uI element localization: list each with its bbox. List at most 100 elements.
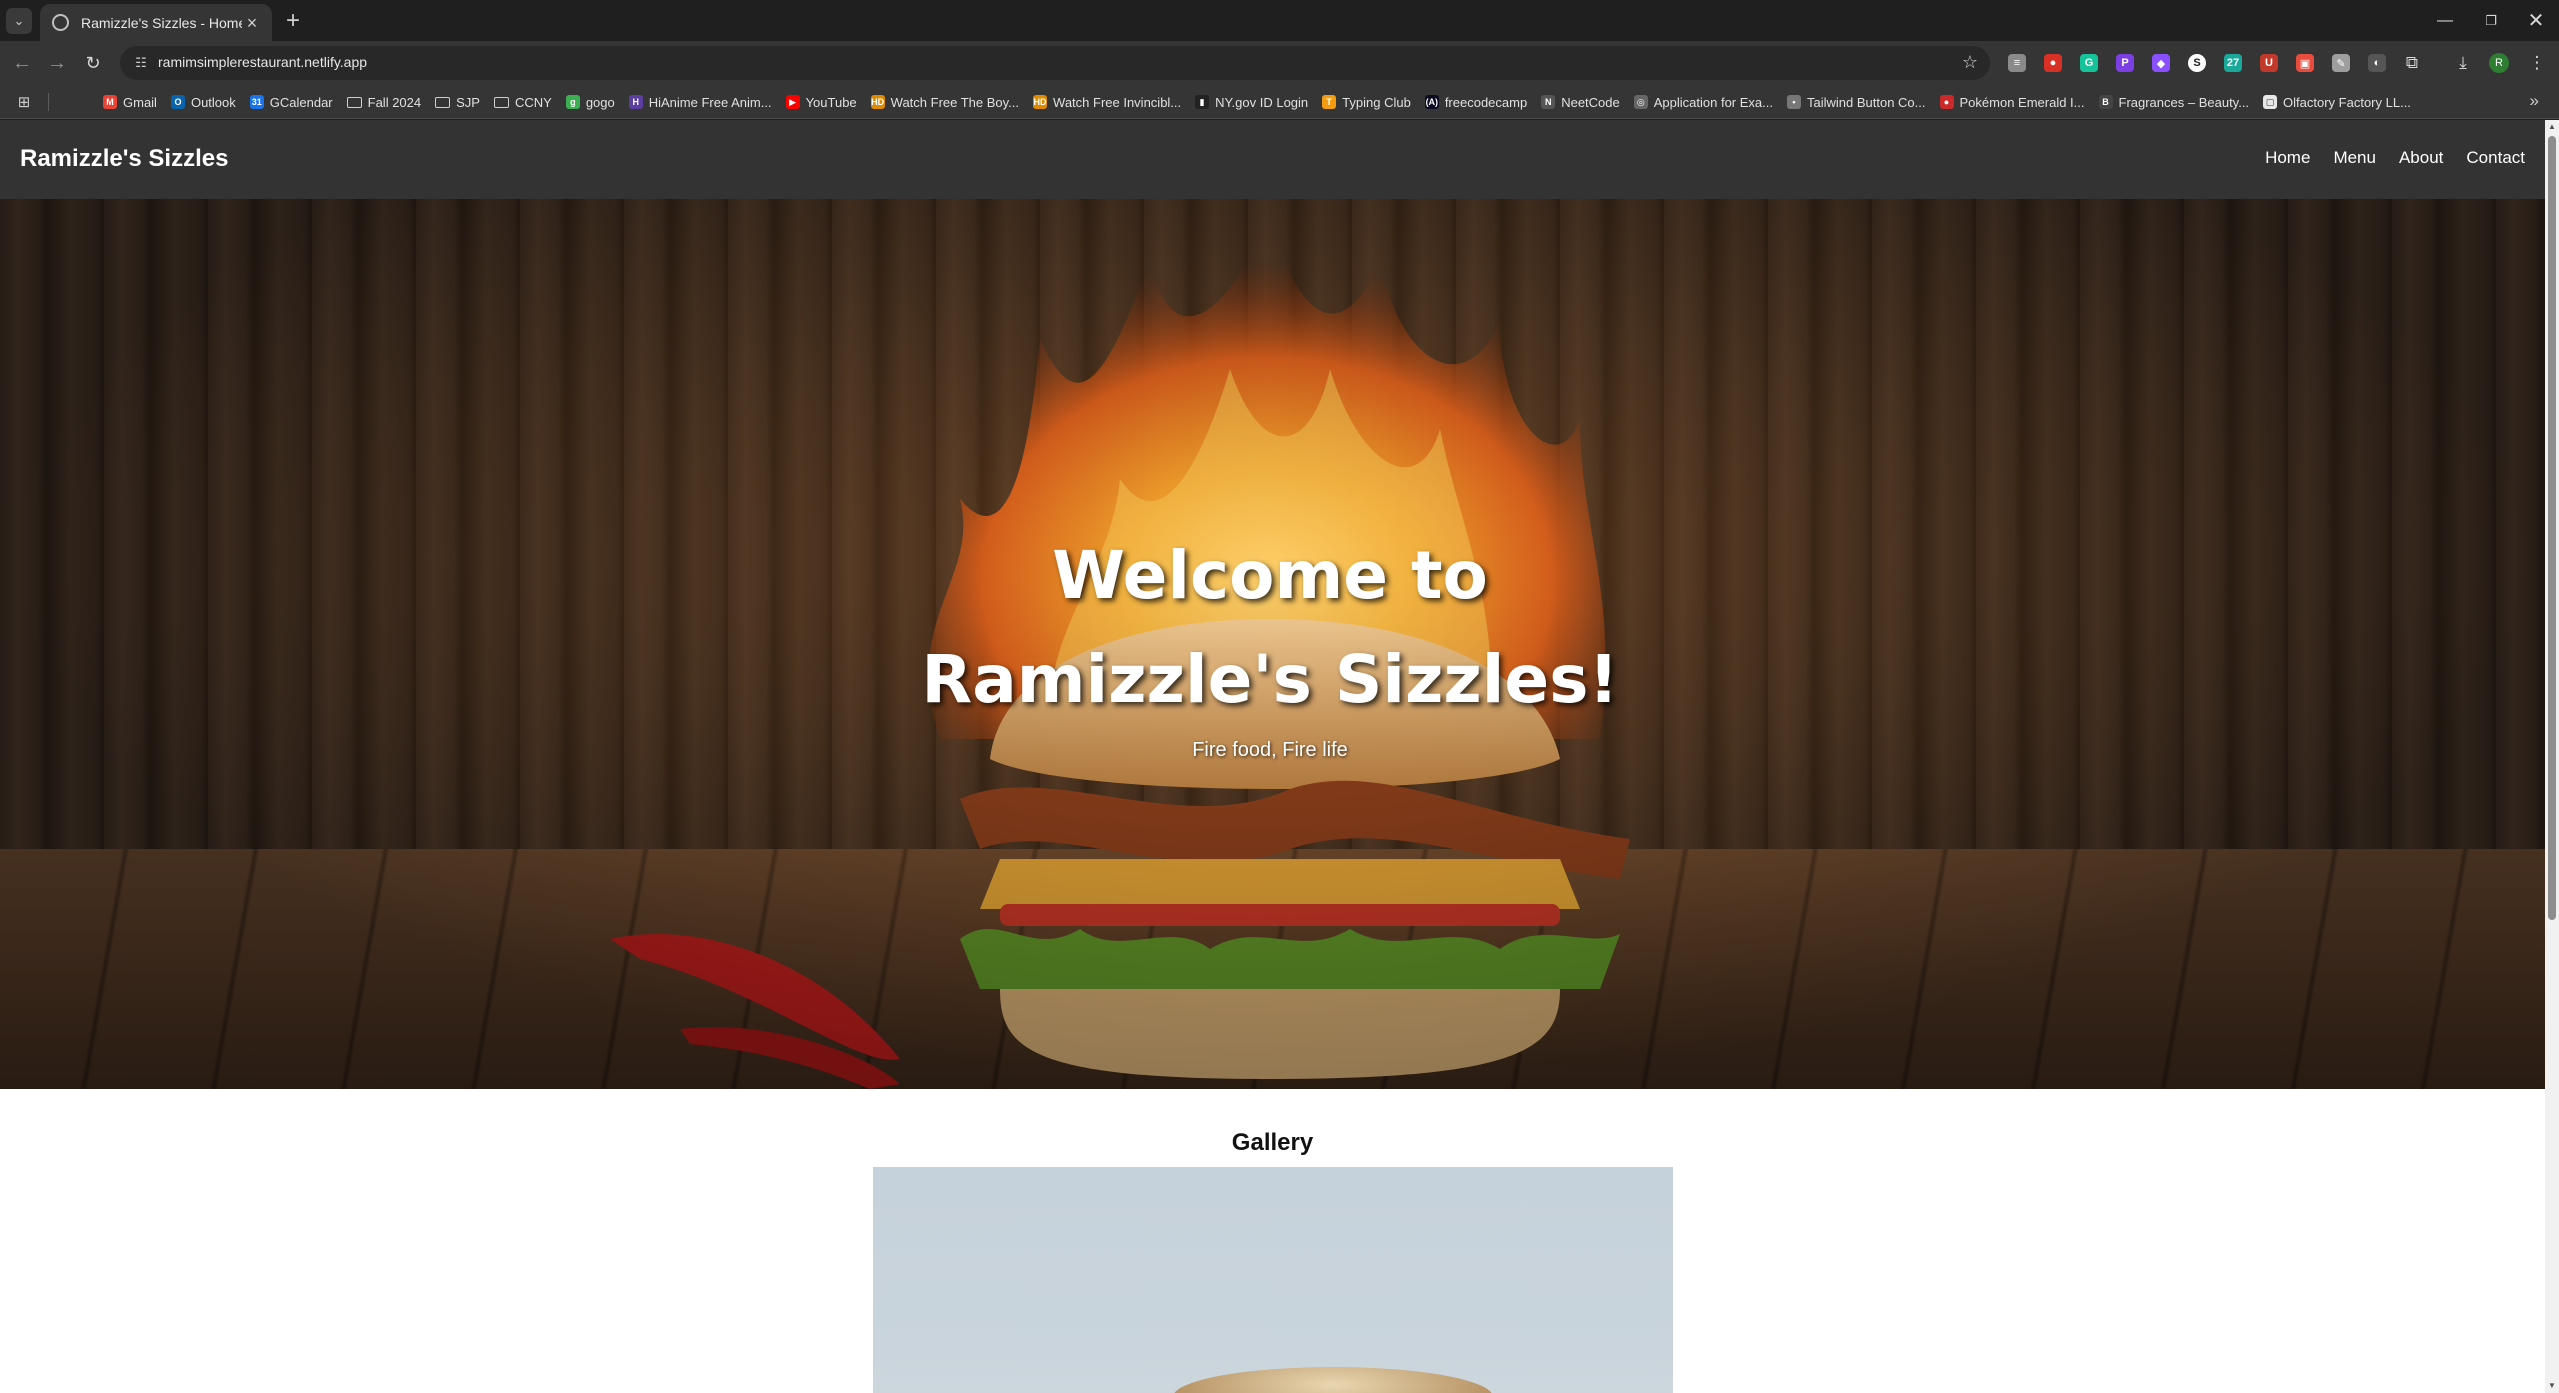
olfactory-icon: ▢: [2263, 95, 2278, 109]
bookmark-item[interactable]: ▶ YouTube: [779, 88, 864, 116]
bookmark-item[interactable]: O Outlook: [164, 88, 243, 116]
bookmark-label: Typing Club: [1342, 94, 1411, 110]
scrollbar-thumb[interactable]: [2548, 136, 2556, 920]
bookmark-label: gogo: [585, 94, 615, 110]
bookmark-item[interactable]: HD Watch Free The Boy...: [864, 88, 1026, 116]
note-extension-icon[interactable]: ✎: [2328, 50, 2354, 76]
site-info-icon[interactable]: ☷: [132, 54, 150, 72]
browser-toolbar: ← → ↻ ☷ ramimsimplerestaurant.netlify.ap…: [0, 41, 2559, 85]
bookmark-label: HiAnime Free Anim...: [648, 94, 772, 110]
menu-kebab-icon[interactable]: ⋮: [2524, 50, 2550, 76]
tailwind-icon: •: [1786, 95, 1801, 109]
tab-strip: ⌄ Ramizzle's Sizzles - Home × + — ❐ ✕: [0, 0, 2559, 41]
bookmark-item[interactable]: ▮ NY.gov ID Login: [1188, 88, 1315, 116]
restore-icon[interactable]: ❐: [2468, 0, 2514, 41]
gogo-icon: g: [565, 95, 580, 109]
bookmark-label: Olfactory Factory LL...: [2283, 94, 2411, 110]
nav-about[interactable]: About: [2399, 148, 2443, 168]
s-extension-icon[interactable]: S: [2184, 50, 2210, 76]
tab-search-icon[interactable]: ⌄: [6, 8, 32, 34]
teal-extension-icon[interactable]: 27: [2220, 50, 2246, 76]
site-logo[interactable]: Ramizzle's Sizzles: [20, 145, 228, 173]
grammarly-extension-icon[interactable]: G: [2076, 50, 2102, 76]
tab-close-icon[interactable]: ×: [242, 13, 262, 33]
download-icon[interactable]: ⤓: [2450, 50, 2476, 76]
bookmark-item[interactable]: HD Watch Free Invincibl...: [1026, 88, 1188, 116]
nav-home[interactable]: Home: [2265, 148, 2310, 168]
ub-extension-icon[interactable]: U: [2256, 50, 2282, 76]
scroll-down-arrow-icon[interactable]: ▼: [2547, 1381, 2557, 1391]
neetcode-icon: N: [1541, 95, 1556, 109]
back-icon[interactable]: ←: [9, 50, 35, 76]
folder-icon: [493, 96, 509, 108]
reload-icon[interactable]: ↻: [80, 50, 106, 76]
extensions-puzzle-icon[interactable]: ⧉: [2399, 50, 2425, 76]
url-text[interactable]: ramimsimplerestaurant.netlify.app: [158, 54, 367, 70]
vertical-scrollbar[interactable]: ▲ ▼: [2545, 120, 2559, 1393]
bookmark-list: M Gmail O Outlook 31 GCalendar Fall 2024 SJP CCN…: [96, 85, 2418, 119]
bookmark-item[interactable]: 31 GCalendar: [243, 88, 340, 116]
hianime-icon: H: [628, 95, 643, 109]
scroll-up-arrow-icon[interactable]: ▲: [2547, 122, 2557, 132]
bookmark-item[interactable]: • Tailwind Button Co...: [1780, 88, 1933, 116]
apps-grid-icon[interactable]: ⊞: [15, 93, 33, 111]
bookmark-item[interactable]: H HiAnime Free Anim...: [622, 88, 779, 116]
nygov-icon: ▮: [1195, 95, 1210, 109]
bookmark-item[interactable]: ◎ Application for Exa...: [1627, 88, 1780, 116]
bookmark-item[interactable]: N NeetCode: [1534, 88, 1627, 116]
bookmark-item[interactable]: CCNY: [487, 88, 559, 116]
minimize-icon[interactable]: —: [2422, 0, 2468, 41]
bookmark-item[interactable]: (A) freecodecamp: [1418, 88, 1534, 116]
dark-extension-icon[interactable]: ◐: [2364, 50, 2390, 76]
bookmark-item[interactable]: ● Pokémon Emerald I...: [1933, 88, 2092, 116]
bookmark-label: SJP: [456, 94, 480, 110]
profile-avatar[interactable]: R: [2486, 50, 2512, 76]
bookmark-item[interactable]: Fall 2024: [340, 88, 428, 116]
hd-icon: HD: [1033, 95, 1048, 109]
nav-contact[interactable]: Contact: [2466, 148, 2525, 168]
globe-icon: ◎: [1633, 95, 1648, 109]
tab-title: Ramizzle's Sizzles - Home: [81, 14, 242, 31]
bookmark-item[interactable]: M Gmail: [96, 88, 164, 116]
adblock-extension-icon[interactable]: ●: [2040, 50, 2066, 76]
typingclub-icon: T: [1322, 95, 1337, 109]
outlook-icon: O: [170, 95, 185, 109]
purple-extension-icon[interactable]: P: [2112, 50, 2138, 76]
bookmark-label: Outlook: [190, 94, 236, 110]
nav-menu[interactable]: Menu: [2333, 148, 2376, 168]
bookmark-item[interactable]: B Fragrances – Beauty...: [2092, 88, 2257, 116]
bookmarks-divider: [48, 93, 49, 111]
bookmark-item[interactable]: SJP: [428, 88, 487, 116]
gallery-food-image: [1173, 1367, 1493, 1393]
new-tab-icon[interactable]: +: [280, 8, 306, 34]
bookmark-label: GCalendar: [269, 94, 333, 110]
gmail-icon: M: [103, 95, 117, 109]
bookmark-label: Fragrances – Beauty...: [2118, 94, 2250, 110]
gallery-heading: Gallery: [1231, 1129, 1314, 1156]
bookmark-item[interactable]: T Typing Club: [1315, 88, 1418, 116]
address-bar[interactable]: ☷ ramimsimplerestaurant.netlify.app ☆: [120, 46, 1990, 80]
hero-section: Welcome to Ramizzle's Sizzles! Fire food…: [0, 199, 2545, 1089]
page-viewport: Ramizzle's Sizzles Home Menu About Conta…: [0, 120, 2545, 1393]
bookmark-label: Fall 2024: [367, 94, 422, 110]
gallery-image: [873, 1167, 1673, 1393]
shield-extension-icon[interactable]: ◆: [2148, 50, 2174, 76]
forward-icon[interactable]: →: [44, 50, 70, 76]
hd-icon: HD: [870, 95, 885, 109]
close-window-icon[interactable]: ✕: [2513, 0, 2559, 41]
bookmark-label: YouTube: [805, 94, 857, 110]
active-tab[interactable]: Ramizzle's Sizzles - Home ×: [40, 4, 272, 41]
more-bookmarks-icon[interactable]: »: [2530, 91, 2539, 111]
bookmark-star-icon[interactable]: ☆: [1962, 52, 1978, 73]
bookmarks-bar: ⊞ M Gmail O Outlook 31 GCalendar Fall 2024 SJP C…: [0, 85, 2559, 119]
bookmark-label: Pokémon Emerald I...: [1959, 94, 2085, 110]
bookmark-label: CCNY: [514, 94, 552, 110]
bookmark-label: Watch Free The Boy...: [890, 94, 1020, 110]
calendar-icon: 31: [249, 95, 264, 109]
folder-icon: [435, 96, 451, 108]
red-extension-icon[interactable]: ▣: [2292, 50, 2318, 76]
notes-extension-icon[interactable]: ≡: [2004, 50, 2030, 76]
bookmark-item[interactable]: ▢ Olfactory Factory LL...: [2256, 88, 2418, 116]
bookmark-item[interactable]: g gogo: [559, 88, 622, 116]
bookmark-label: NY.gov ID Login: [1215, 94, 1309, 110]
